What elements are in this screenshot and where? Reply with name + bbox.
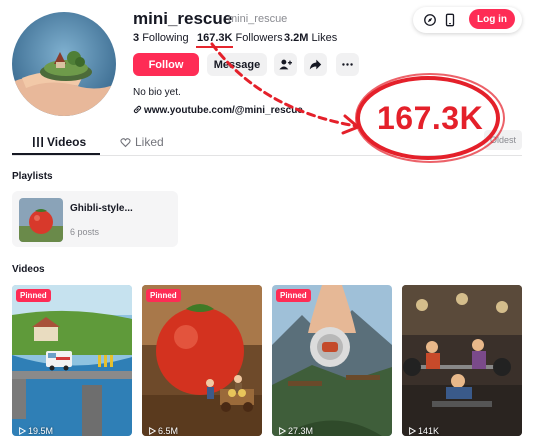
annotation-overlay <box>0 0 536 436</box>
annotation-followers-callout: 167.3K <box>377 100 484 136</box>
